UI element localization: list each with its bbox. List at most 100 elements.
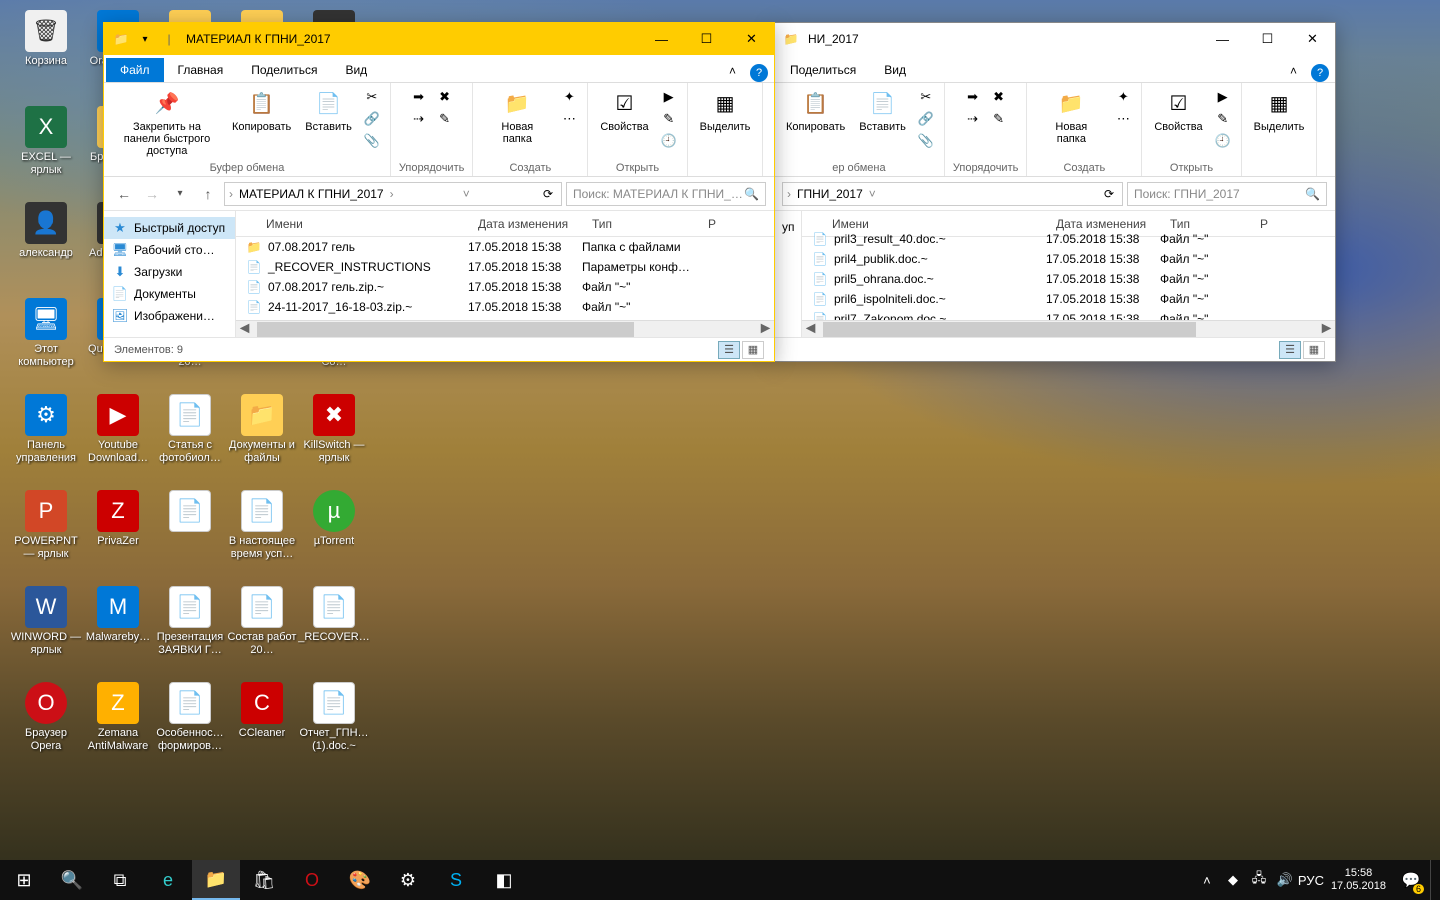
refresh-icon[interactable]: ⟳ [1100,187,1118,201]
desktop-icon[interactable]: 📄_RECOVER… [298,582,370,678]
breadcrumb-dropdown-icon[interactable]: ˅ [463,187,470,201]
ribbon-collapse-icon[interactable]: ˄ [1282,60,1305,82]
copy-to-icon[interactable]: ⇢ [409,109,429,129]
app-icon[interactable]: ◧ [480,860,528,900]
desktop-icon[interactable]: PPOWERPNT — ярлык [10,486,82,582]
nav-documents[interactable]: 📄Документы [104,283,235,305]
select-button[interactable]: ▦Выделить [696,87,755,135]
minimize-button[interactable]: — [1200,23,1245,55]
pin-button[interactable]: 📌Закрепить на панели быстрого доступа [112,87,222,159]
delete-icon[interactable]: ✖ [435,87,455,107]
desktop-icon[interactable]: 📁Документы и файлы [226,390,298,486]
copy-path-icon[interactable]: 🔗 [362,109,382,129]
rename-icon[interactable]: ✎ [435,109,455,129]
tab-view[interactable]: Вид [331,58,381,82]
taskbar[interactable]: ⊞ 🔍 ⧉ e 📁 🛍 O 🎨 ⚙ S ◧ ˄ ◆ 🖧 🔊 РУС 15:58 … [0,860,1440,900]
nav-item[interactable]: уп [774,217,801,237]
navigation-pane[interactable]: ★Быстрый доступ 🖥Рабочий сто… ⬇Загрузки … [104,211,236,337]
horizontal-scrollbar[interactable]: ◄► [236,320,774,337]
copy-path-icon[interactable]: 🔗 [916,109,936,129]
delete-icon[interactable]: ✖ [989,87,1009,107]
desktop-icon[interactable]: 🗑Корзина [10,6,82,102]
help-icon[interactable]: ? [750,64,768,82]
tab-home[interactable]: Главная [164,58,238,82]
table-row[interactable]: 📄24-11-2017_16-18-03.zip.~17.05.2018 15:… [236,297,774,317]
horizontal-scrollbar[interactable]: ◄► [802,320,1335,337]
new-item-icon[interactable]: ✦ [1113,87,1133,107]
close-button[interactable]: ✕ [729,23,774,55]
app-icon[interactable]: 🎨 [336,860,384,900]
desktop-icon[interactable]: OБраузер Opera [10,678,82,774]
copy-button[interactable]: 📋Копировать [782,87,849,135]
column-headers[interactable]: Имени Дата изменения Тип Р [236,211,774,237]
chevron-right-icon[interactable]: › [390,187,394,201]
show-desktop-button[interactable] [1430,860,1436,900]
col-size[interactable]: Р [698,217,738,231]
refresh-icon[interactable]: ⟳ [539,187,557,201]
tab-share[interactable]: Поделиться [776,58,870,82]
col-date[interactable]: Дата изменения [468,217,582,231]
table-row[interactable]: 📁07.08.2017 гель17.05.2018 15:38Папка с … [236,237,774,257]
desktop-icon[interactable]: 📄Особеннос… формиров… [154,678,226,774]
easy-access-icon[interactable]: ⋯ [1113,109,1133,129]
titlebar[interactable]: 📁 ▾ | МАТЕРИАЛ К ГПНИ_2017 — ☐ ✕ [104,23,774,55]
copy-button[interactable]: 📋Копировать [228,87,295,135]
chevron-down-icon[interactable]: ˅ [869,187,876,201]
details-view-icon[interactable]: ☰ [1279,341,1301,359]
move-to-icon[interactable]: ➡ [409,87,429,107]
desktop-icon[interactable]: 📄Состав работ 20… [226,582,298,678]
desktop-icon[interactable]: CCCleaner [226,678,298,774]
desktop-icon[interactable]: WWINWORD — ярлык [10,582,82,678]
rename-icon[interactable]: ✎ [989,109,1009,129]
breadcrumb[interactable]: › МАТЕРИАЛ К ГПНИ_2017 › ˅ ⟳ [224,182,562,206]
new-folder-button[interactable]: 📁Новая папка [481,87,553,147]
help-icon[interactable]: ? [1311,64,1329,82]
desktop-icon[interactable]: ZPrivaZer [82,486,154,582]
action-center-icon[interactable]: 💬6 [1394,860,1428,900]
nav-quick-access[interactable]: ★Быстрый доступ [104,217,235,239]
new-folder-button[interactable]: 📁Новая папка [1035,87,1107,147]
details-view-icon[interactable]: ☰ [718,341,740,359]
tab-file[interactable]: Файл [106,58,164,82]
opera-icon[interactable]: O [288,860,336,900]
paste-button[interactable]: 📄Вставить [301,87,356,135]
paste-button[interactable]: 📄Вставить [855,87,910,135]
large-icons-view-icon[interactable]: ▦ [742,341,764,359]
breadcrumb-segment[interactable]: ГПНИ_2017 [797,187,863,201]
desktop-icon[interactable]: ▶Youtube Download… [82,390,154,486]
tab-share[interactable]: Поделиться [237,58,331,82]
store-icon[interactable]: 🛍 [240,860,288,900]
search-icon[interactable]: 🔍 [1305,187,1320,201]
table-row[interactable]: 📄pril3_result_40.doc.~17.05.2018 15:38Фа… [802,229,1335,249]
explorer-icon[interactable]: 📁 [192,860,240,900]
task-view-icon[interactable]: ⧉ [96,860,144,900]
tab-view[interactable]: Вид [870,58,920,82]
desktop-icon[interactable]: MMalwareby… [82,582,154,678]
nav-desktop[interactable]: 🖥Рабочий сто… [104,239,235,261]
chevron-right-icon[interactable]: › [787,187,791,201]
open-icon[interactable]: ▶ [1213,87,1233,107]
forward-button[interactable]: → [140,182,164,206]
nav-downloads[interactable]: ⬇Загрузки [104,261,235,283]
desktop-icon[interactable]: 📄Отчет_ГПН… (1).doc.~ [298,678,370,774]
file-list[interactable]: 📄pril3_result_40.doc.~17.05.2018 15:38Фа… [802,229,1335,320]
desktop-icon[interactable]: 🖥Этот компьютер [10,294,82,390]
tray-overflow-icon[interactable]: ˄ [1195,860,1219,900]
titlebar[interactable]: 📁 НИ_2017 — ☐ ✕ [774,23,1335,55]
maximize-button[interactable]: ☐ [684,23,729,55]
table-row[interactable]: 📄pril4_publik.doc.~17.05.2018 15:38Файл … [802,249,1335,269]
desktop-icon[interactable]: 📄 [154,486,226,582]
cut-icon[interactable]: ✂ [916,87,936,107]
desktop-icon[interactable]: ⚙Панель управления [10,390,82,486]
table-row[interactable]: 📄07.08.2017 гель.zip.~17.05.2018 15:38Фа… [236,277,774,297]
move-to-icon[interactable]: ➡ [963,87,983,107]
desktop-icon[interactable]: 📄Статья с фотобиол… [154,390,226,486]
chevron-right-icon[interactable]: › [229,187,233,201]
col-name[interactable]: Имени [236,217,468,231]
up-button[interactable]: ↑ [196,182,220,206]
explorer-window-secondary[interactable]: 📁 НИ_2017 — ☐ ✕ Поделиться Вид ˄ ? 📋Копи… [773,22,1336,362]
nav-pictures[interactable]: 🖼Изображени… [104,305,235,327]
history-icon[interactable]: 🕘 [659,131,679,151]
navigation-pane[interactable]: уп [774,211,802,337]
clock[interactable]: 15:58 17.05.2018 [1325,867,1392,893]
